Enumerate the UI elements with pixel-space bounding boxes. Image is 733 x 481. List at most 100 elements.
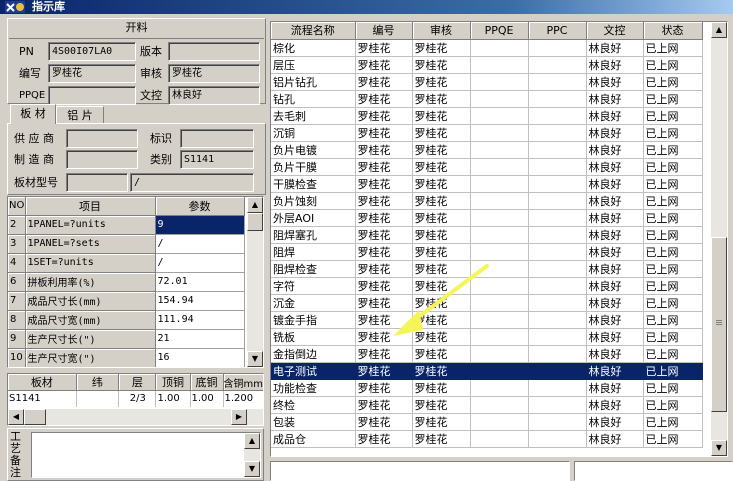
version-field[interactable] [168,42,260,61]
process-cell[interactable]: 林良好 [586,260,644,278]
materials-header-weft[interactable]: 纬 [76,374,120,391]
process-cell[interactable]: 罗桂花 [412,107,471,125]
process-cell[interactable]: 负片蚀刻 [271,192,356,210]
process-cell[interactable]: 钻孔 [271,90,356,108]
process-cell[interactable]: 林良好 [586,277,644,295]
process-cell[interactable]: 罗桂花 [355,124,413,142]
process-cell[interactable] [528,107,587,125]
params-row[interactable]: 2 1PANEL=?units 9 [8,215,245,235]
process-cell[interactable]: 罗桂花 [355,192,413,210]
process-cell[interactable]: 罗桂花 [355,209,413,227]
process-cell[interactable] [470,413,529,431]
process-cell[interactable]: 罗桂花 [412,141,471,159]
process-cell[interactable]: 罗桂花 [355,396,413,414]
process-cell[interactable]: 已上网 [643,175,703,193]
process-cell[interactable] [528,277,587,295]
materials-row[interactable]: S1141 2/3 1.00 1.00 1.200 [8,390,263,407]
process-cell[interactable]: 罗桂花 [355,141,413,159]
process-cell[interactable]: 阻焊塞孔 [271,226,356,244]
materials-grid[interactable]: 板材 纬 层 顶铜 底铜 含铜mm S1141 2/3 1.00 1.00 1.… [7,373,264,426]
params-header-no[interactable]: NO [8,197,26,216]
scroll-thumb[interactable] [247,213,263,231]
scroll-thumb[interactable] [711,237,727,412]
process-cell[interactable]: 林良好 [586,396,644,414]
process-cell[interactable]: 罗桂花 [412,396,471,414]
materials-cell[interactable]: S1141 [8,390,77,407]
process-cell[interactable] [528,260,587,278]
process-cell[interactable] [528,311,587,329]
process-cell[interactable] [470,39,529,57]
process-cell[interactable]: 罗桂花 [355,379,413,397]
process-cell[interactable]: 沉铜 [271,124,356,142]
process-cell[interactable] [528,430,587,448]
process-cell[interactable]: 已上网 [643,73,703,91]
process-cell[interactable]: 林良好 [586,124,644,142]
process-cell[interactable]: 已上网 [643,39,703,57]
process-cell[interactable] [528,124,587,142]
process-cell[interactable] [528,362,587,380]
process-cell[interactable]: 林良好 [586,90,644,108]
process-cell[interactable]: 罗桂花 [355,226,413,244]
scroll-up-arrow-icon[interactable]: ▲ [711,22,727,38]
process-row[interactable]: 外层AOI 罗桂花 罗桂花 林良好 已上网 [271,209,703,227]
process-header-status[interactable]: 状态 [643,22,703,40]
process-cell[interactable]: 已上网 [643,243,703,261]
process-cell[interactable] [528,39,587,57]
pn-field[interactable]: 4S00I07LA0 [48,42,136,61]
params-item-cell[interactable]: 1SET=?units [25,253,156,273]
process-cell[interactable]: 罗桂花 [412,362,471,380]
process-row[interactable]: 钻孔 罗桂花 罗桂花 林良好 已上网 [271,90,703,108]
process-cell[interactable]: 阻焊 [271,243,356,261]
process-cell[interactable]: 罗桂花 [412,39,471,57]
process-cell[interactable]: 罗桂花 [355,362,413,380]
process-cell[interactable]: 林良好 [586,345,644,363]
process-cell[interactable]: 镀金手指 [271,311,356,329]
scroll-left-arrow-icon[interactable]: ◀ [8,409,24,425]
process-cell[interactable] [528,209,587,227]
process-row[interactable]: 终检 罗桂花 罗桂花 林良好 已上网 [271,396,703,414]
process-cell[interactable]: 罗桂花 [355,39,413,57]
process-cell[interactable]: 已上网 [643,158,703,176]
process-cell[interactable]: 罗桂花 [355,56,413,74]
process-header-docctrl[interactable]: 文控 [586,22,644,40]
process-cell[interactable]: 林良好 [586,311,644,329]
process-cell[interactable] [528,396,587,414]
scroll-down-arrow-icon[interactable]: ▼ [247,351,263,367]
process-cell[interactable]: 已上网 [643,311,703,329]
process-cell[interactable]: 林良好 [586,192,644,210]
params-grid[interactable]: NO 项目 参数 2 1PANEL=?units 9 3 1PANEL=?sets/4 1… [7,196,264,368]
process-row[interactable]: 成品仓 罗桂花 罗桂花 林良好 已上网 [271,430,703,448]
process-cell[interactable]: 功能检查 [271,379,356,397]
process-cell[interactable]: 罗桂花 [355,175,413,193]
process-row[interactable]: 功能检查 罗桂花 罗桂花 林良好 已上网 [271,379,703,397]
materials-header-board[interactable]: 板材 [8,374,77,391]
process-cell[interactable] [528,56,587,74]
process-cell[interactable]: 已上网 [643,328,703,346]
process-cell[interactable]: 去毛刺 [271,107,356,125]
process-cell[interactable]: 林良好 [586,39,644,57]
process-row[interactable]: 负片干膜 罗桂花 罗桂花 林良好 已上网 [271,158,703,176]
params-item-cell[interactable]: 成品尺寸长(mm) [25,291,156,311]
scroll-down-arrow-icon[interactable]: ▼ [244,461,260,477]
process-cell[interactable] [470,430,529,448]
process-cell[interactable]: 林良好 [586,175,644,193]
process-row[interactable]: 棕化 罗桂花 罗桂花 林良好 已上网 [271,39,703,57]
scroll-up-arrow-icon[interactable]: ▲ [244,433,260,449]
process-cell[interactable] [470,73,529,91]
process-cell[interactable]: 罗桂花 [412,226,471,244]
process-cell[interactable]: 干膜检查 [271,175,356,193]
author-field[interactable]: 罗桂花 [48,64,136,83]
process-cell[interactable]: 罗桂花 [412,175,471,193]
process-cell[interactable]: 外层AOI [271,209,356,227]
process-cell[interactable]: 林良好 [586,226,644,244]
process-cell[interactable] [470,192,529,210]
process-cell[interactable]: 林良好 [586,243,644,261]
process-cell[interactable] [528,141,587,159]
params-row[interactable]: 3 1PANEL=?sets / [8,234,245,254]
process-cell[interactable] [528,73,587,91]
process-row[interactable]: 阻焊塞孔 罗桂花 罗桂花 林良好 已上网 [271,226,703,244]
scroll-down-arrow-icon[interactable]: ▼ [711,440,727,456]
process-row[interactable]: 电子测试 罗桂花 罗桂花 林良好 已上网 [271,362,703,380]
process-cell[interactable]: 林良好 [586,141,644,159]
process-header-code[interactable]: 编号 [355,22,413,40]
